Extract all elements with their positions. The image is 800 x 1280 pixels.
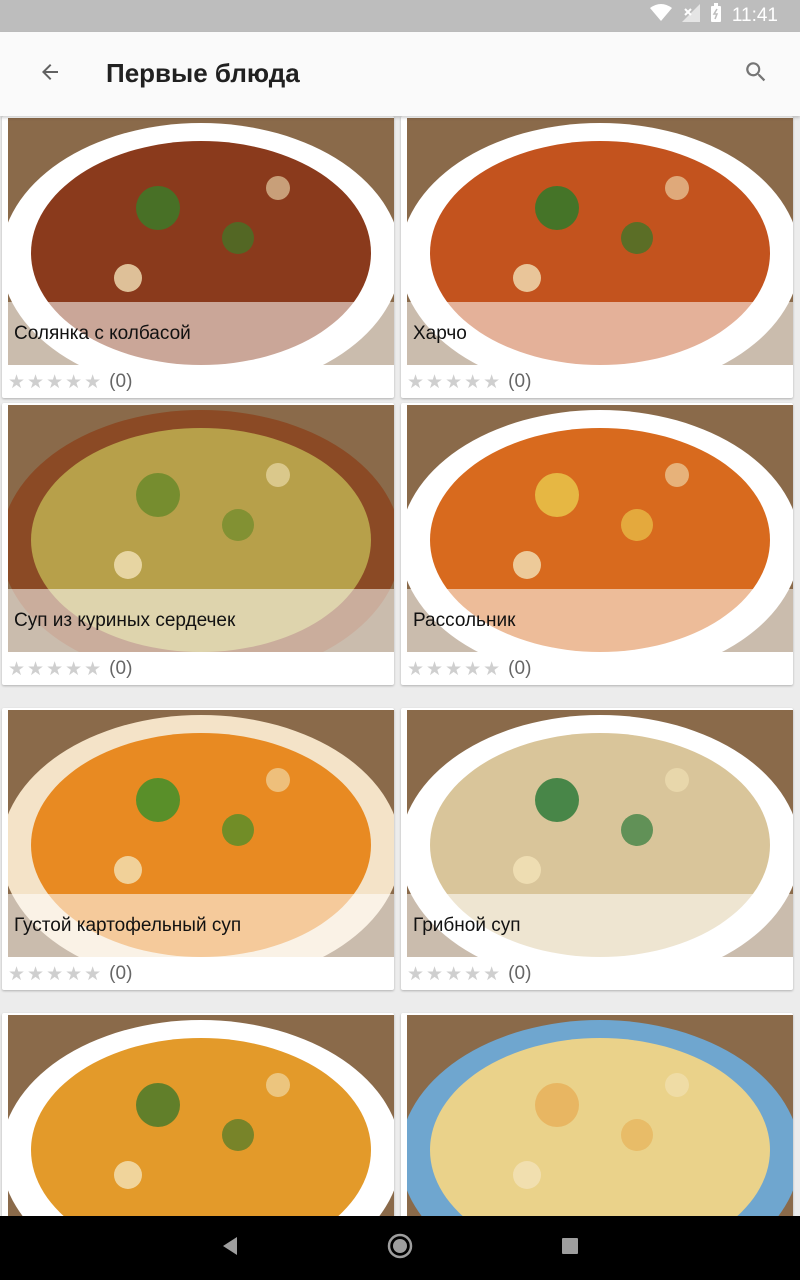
signal-icon (681, 4, 700, 28)
battery-icon (710, 3, 722, 29)
status-bar: 11:41 (0, 0, 800, 32)
rating-count: (0) (109, 963, 133, 984)
rating-count: (0) (109, 371, 133, 392)
status-time: 11:41 (731, 5, 778, 26)
recipe-caption: Харчо (407, 302, 793, 366)
nav-recents-icon (561, 1237, 579, 1260)
nav-home-icon (387, 1233, 413, 1264)
nav-back-button[interactable] (145, 1216, 315, 1280)
recipe-title: Солянка с колбасой (14, 323, 191, 344)
recipe-card[interactable]: Рассольник ★★★★★ (0) (401, 403, 793, 685)
recipe-title: Суп из куриных сердечек (14, 610, 236, 631)
navigation-bar (0, 1216, 800, 1280)
recipe-grid: Солянка с колбасой ★★★★★ (0) Харчо ★★★★★ (0) С… (0, 116, 800, 1216)
recipe-title: Густой картофельный суп (14, 915, 242, 936)
star-icon: ★★★★★ (8, 963, 104, 985)
recipe-title: Грибной суп (413, 915, 521, 936)
search-icon (743, 59, 769, 90)
recipe-rating: ★★★★★ (0) (8, 963, 132, 985)
recipe-caption: Суп из куриных сердечек (8, 589, 394, 653)
recipe-caption: Густой картофельный суп (8, 894, 394, 958)
recipe-card[interactable]: Суп из куриных сердечек ★★★★★ (0) (2, 403, 394, 685)
search-button[interactable] (732, 50, 780, 98)
recipe-card[interactable]: Грибной суп ★★★★★ (0) (401, 708, 793, 990)
recipe-card[interactable]: Густой картофельный суп ★★★★★ (0) (2, 708, 394, 990)
recipe-card[interactable] (401, 1013, 793, 1216)
star-icon: ★★★★★ (407, 658, 503, 680)
wifi-icon (649, 4, 672, 28)
arrow-back-icon (38, 60, 62, 89)
recipe-rating: ★★★★★ (0) (407, 371, 531, 393)
app-bar: Первые блюда (0, 32, 800, 116)
page-title: Первые блюда (106, 58, 300, 88)
recipe-rating: ★★★★★ (0) (407, 658, 531, 680)
recipe-card[interactable]: Солянка с колбасой ★★★★★ (0) (2, 116, 394, 398)
rating-count: (0) (109, 658, 133, 679)
star-icon: ★★★★★ (8, 658, 104, 680)
nav-home-button[interactable] (315, 1216, 485, 1280)
recipe-photo (407, 1015, 793, 1216)
nav-recents-button[interactable] (485, 1216, 655, 1280)
recipe-rating: ★★★★★ (0) (407, 963, 531, 985)
recipe-rating: ★★★★★ (0) (8, 371, 132, 393)
recipe-caption: Солянка с колбасой (8, 302, 394, 366)
recipe-caption: Рассольник (407, 589, 793, 653)
star-icon: ★★★★★ (407, 963, 503, 985)
recipe-card[interactable]: Харчо ★★★★★ (0) (401, 116, 793, 398)
recipe-title: Харчо (413, 323, 467, 344)
recipe-title: Рассольник (413, 610, 516, 631)
recipe-photo (8, 1015, 394, 1216)
recipe-rating: ★★★★★ (0) (8, 658, 132, 680)
recipe-caption: Грибной суп (407, 894, 793, 958)
nav-back-icon (221, 1236, 239, 1261)
recipe-card[interactable] (2, 1013, 394, 1216)
star-icon: ★★★★★ (407, 371, 503, 393)
rating-count: (0) (508, 963, 532, 984)
back-button[interactable] (26, 50, 74, 98)
star-icon: ★★★★★ (8, 371, 104, 393)
rating-count: (0) (508, 371, 532, 392)
rating-count: (0) (508, 658, 532, 679)
